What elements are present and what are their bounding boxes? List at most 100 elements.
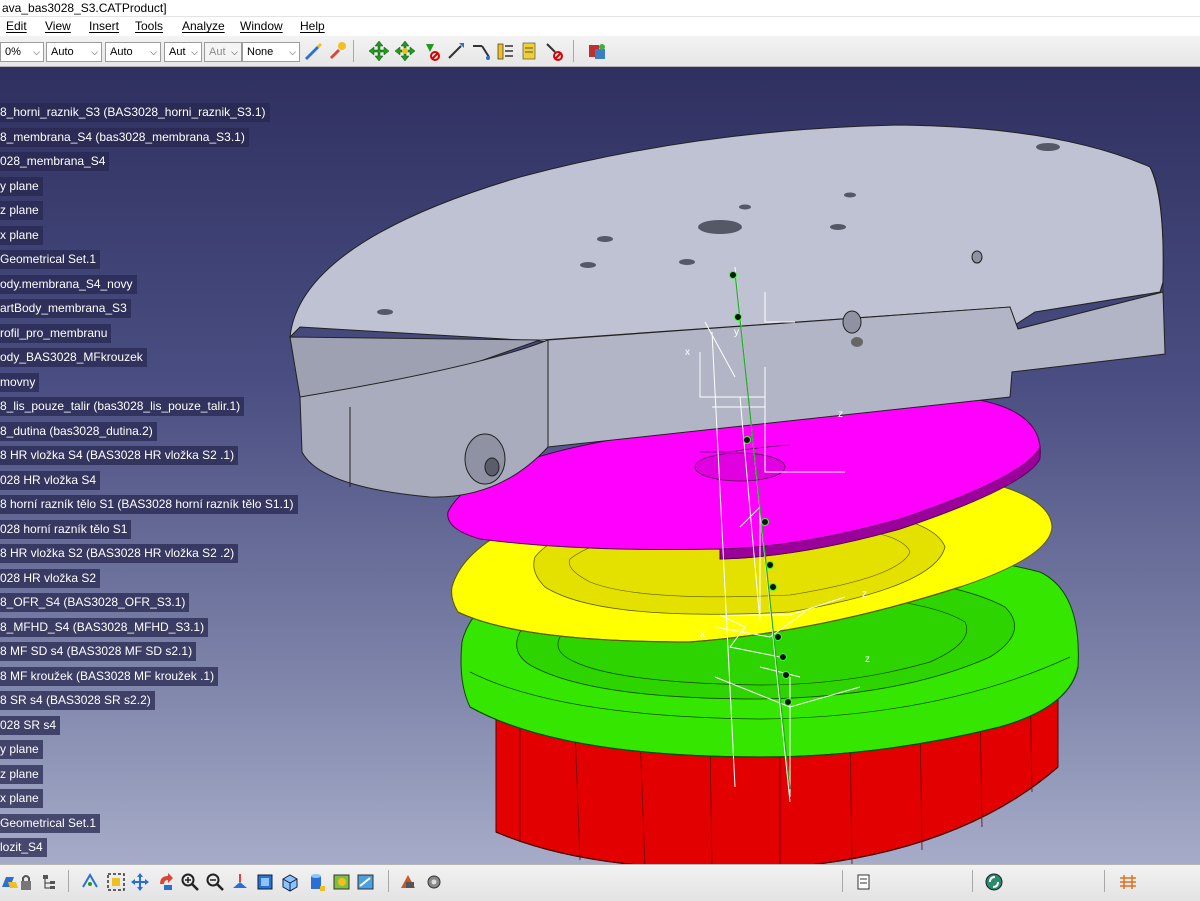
window-title-bar: ava_bas3028_S3.CATProduct]	[0, 0, 1200, 17]
rendering-style-value: Aut	[209, 46, 226, 58]
tree-node[interactable]: z plane	[0, 201, 43, 220]
tree-node[interactable]: rofil_pro_membranu	[0, 323, 112, 343]
toolbar-separator	[842, 870, 843, 892]
transparency-select[interactable]: 0% ⌵	[0, 42, 44, 62]
menu-help[interactable]: Help	[300, 19, 325, 33]
cube-view-icon[interactable]	[255, 872, 275, 892]
line-thickness-select[interactable]: Auto ⌵	[46, 42, 102, 62]
zoom-in-icon[interactable]	[180, 872, 200, 892]
tree-node[interactable]: ody_BAS3028_MFkrouzek	[0, 348, 147, 367]
swap-icon[interactable]	[984, 872, 1004, 892]
menu-window[interactable]: Window	[240, 19, 283, 33]
chevron-down-icon: ⌵	[231, 47, 238, 57]
menu-tools[interactable]: Tools	[135, 19, 163, 33]
toolbar-separator	[68, 870, 69, 892]
tree-node[interactable]: 8_MFHD_S4 (BAS3028_MFHD_S3.1)	[0, 617, 209, 637]
tree-node[interactable]: 028_membrana_S4	[0, 152, 110, 171]
chevron-down-icon: ⌵	[150, 47, 157, 57]
move-icon[interactable]	[130, 872, 150, 892]
toolbar-separator	[972, 870, 973, 892]
tree-node[interactable]: x plane	[0, 789, 43, 808]
tree-node[interactable]: 8 HR vložka S2 (BAS3028 HR vložka S2 .2)	[0, 544, 239, 563]
tree-node[interactable]: 8_horni_raznik_S3 (BAS3028_horni_raznik_…	[0, 103, 270, 122]
tree-node[interactable]: lozit_S4	[0, 838, 47, 857]
measure-icon[interactable]	[445, 40, 467, 62]
tree-node[interactable]: y plane	[0, 740, 43, 759]
settings-icon[interactable]	[424, 872, 444, 892]
assembly-model[interactable]: x y z x z z	[0, 67, 1200, 864]
tree-node[interactable]: 028 horní razník tělo S1	[0, 519, 132, 539]
line-thickness-value: Auto	[51, 46, 74, 58]
rendering-style-select: Aut ⌵	[204, 42, 242, 62]
select-filter-icon[interactable]	[420, 40, 442, 62]
zoom-out-icon[interactable]	[205, 872, 225, 892]
compass-icon[interactable]	[80, 872, 100, 892]
menu-view[interactable]: View	[45, 19, 71, 33]
menu-edit[interactable]: Edit	[6, 19, 27, 33]
y-axis-label: y	[734, 327, 739, 338]
tree-node[interactable]: 8 MF kroužek (BAS3028 MF kroužek .1)	[0, 666, 219, 686]
menu-analyze[interactable]: Analyze	[182, 19, 225, 33]
scale-icon[interactable]	[494, 40, 516, 62]
tree-node[interactable]: 028 SR s4	[0, 715, 61, 735]
analysis-icon[interactable]	[518, 40, 540, 62]
x-axis-label: x	[700, 629, 705, 640]
toolbar-separator	[573, 40, 574, 62]
x-axis-label: x	[685, 347, 690, 358]
chevron-down-icon: ⌵	[33, 47, 40, 57]
z-axis-label: z	[865, 654, 870, 665]
tree-node[interactable]: 8_dutina (bas3028_dutina.2)	[0, 421, 157, 441]
hide-icon[interactable]	[356, 872, 376, 892]
tree-node[interactable]: ody.membrana_S4_novy	[0, 274, 137, 294]
tree-icon[interactable]	[40, 872, 60, 892]
chevron-down-icon: ⌵	[91, 47, 98, 57]
tree-node[interactable]: 8 SR s4 (BAS3028 SR s2.2)	[0, 691, 155, 710]
tree-node[interactable]: artBody_membrana_S3	[0, 299, 131, 318]
tree-node[interactable]: 028 HR vložka S4	[0, 470, 101, 490]
line-icon[interactable]	[470, 40, 492, 62]
point-symbol-select[interactable]: Aut ⌵	[164, 42, 202, 62]
tree-node[interactable]: Geometrical Set.1	[0, 813, 101, 833]
normal-view-icon[interactable]	[230, 872, 250, 892]
tree-node[interactable]: 028 HR vložka S2	[0, 568, 101, 588]
lock-icon[interactable]	[16, 872, 36, 892]
tree-node[interactable]: 8 horní razník tělo S1 (BAS3028 horní ra…	[0, 495, 298, 514]
line-type-value: Auto	[110, 46, 133, 58]
chevron-down-icon: ⌵	[289, 47, 296, 57]
fit-all-icon[interactable]	[106, 872, 126, 892]
pen-brush-icon[interactable]	[302, 40, 324, 62]
clear-icon[interactable]	[543, 40, 565, 62]
toolbar-separator	[388, 870, 389, 892]
tree-node[interactable]: 8 MF SD s4 (BAS3028 MF SD s2.1)	[0, 642, 197, 661]
pan-icon[interactable]	[368, 40, 390, 62]
cylinder-icon[interactable]	[306, 872, 326, 892]
tree-node[interactable]: movny	[0, 372, 40, 392]
layer-select[interactable]: None ⌵	[242, 42, 300, 62]
paint-brush-icon[interactable]	[326, 40, 348, 62]
tree-node[interactable]: Geometrical Set.1	[0, 250, 101, 269]
tree-node[interactable]: x plane	[0, 225, 43, 245]
tree-node[interactable]: 8_OFR_S4 (BAS3028_OFR_S3.1)	[0, 593, 190, 612]
line-type-select[interactable]: Auto ⌵	[105, 42, 161, 62]
sketch-icon[interactable]	[854, 872, 874, 892]
render-icon[interactable]	[332, 872, 352, 892]
snapshot-icon[interactable]	[398, 872, 418, 892]
catalog-icon[interactable]	[586, 40, 608, 62]
transparency-value: 0%	[5, 46, 21, 58]
3d-viewport[interactable]: x y z x z z 8_horni_raznik_S3 (BAS3028_h…	[0, 67, 1200, 864]
tree-node[interactable]: 8 HR vložka S4 (BAS3028 HR vložka S2 .1)	[0, 446, 239, 465]
box-icon[interactable]	[280, 872, 300, 892]
rotate-icon[interactable]	[394, 40, 416, 62]
tree-node[interactable]: y plane	[0, 176, 43, 196]
rotate-view-icon[interactable]	[156, 872, 176, 892]
chevron-down-icon: ⌵	[191, 47, 198, 57]
tree-node[interactable]: 8_lis_pouze_talir (bas3028_lis_pouze_tal…	[0, 397, 245, 416]
point-symbol-value: Aut	[169, 46, 186, 58]
menu-insert[interactable]: Insert	[89, 19, 119, 33]
tree-node[interactable]: z plane	[0, 764, 43, 784]
tree-node[interactable]: 8_membrana_S4 (bas3028_membrana_S3.1)	[0, 127, 249, 147]
grid-icon[interactable]	[1118, 872, 1138, 892]
z-axis-label: z	[862, 589, 867, 600]
menu-bar: Edit View Insert Tools Analyze Window He…	[0, 17, 1200, 36]
window-title: ava_bas3028_S3.CATProduct]	[2, 1, 167, 15]
